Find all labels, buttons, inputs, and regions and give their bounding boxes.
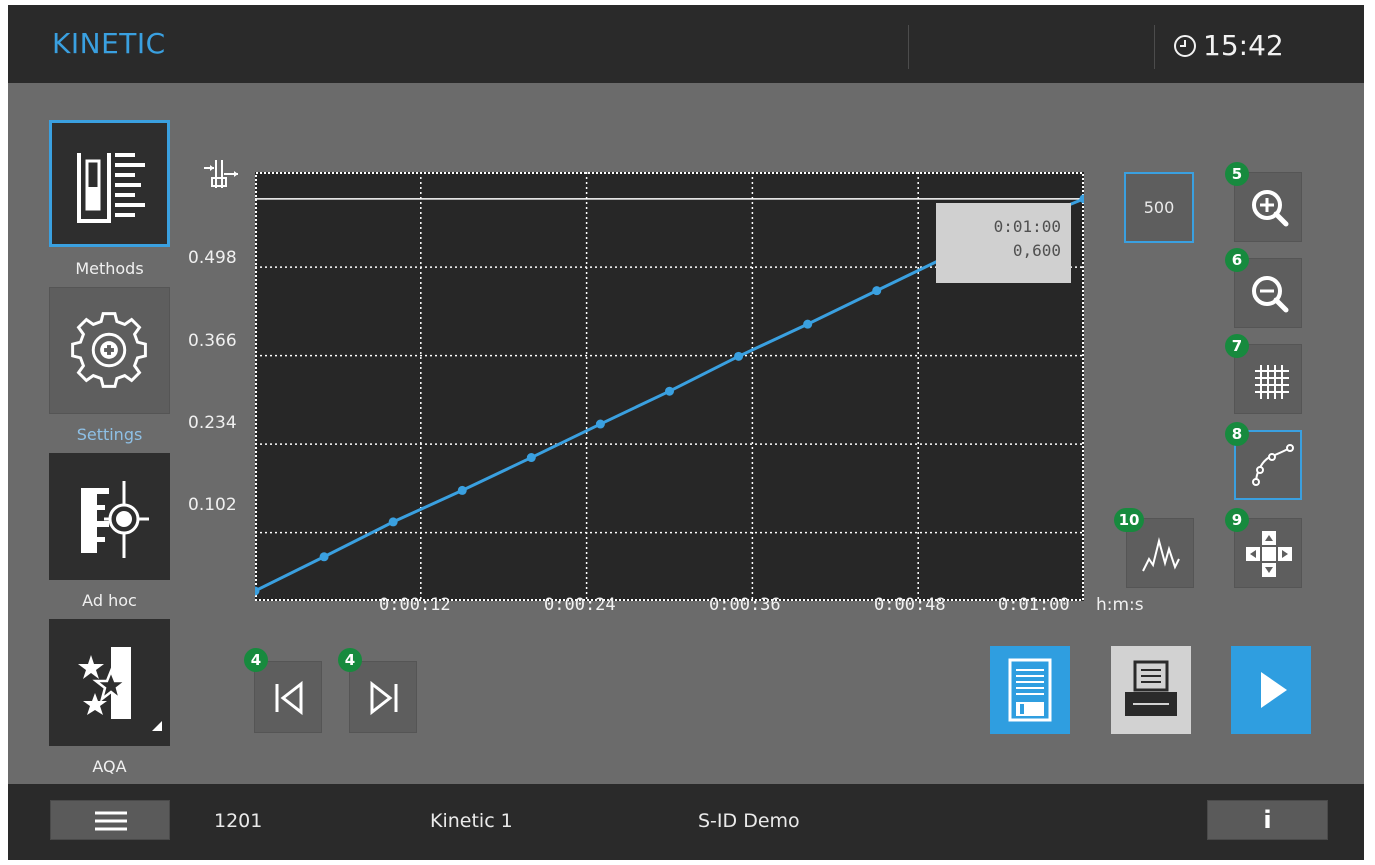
sidebar-label-methods: Methods xyxy=(75,259,144,278)
method-number: 1201 xyxy=(214,810,263,832)
callout-badge: 7 xyxy=(1225,334,1249,358)
y-tick-label: 0.234 xyxy=(188,413,237,433)
header-bar: KINETIC 15:42 xyxy=(8,5,1364,83)
header-divider xyxy=(908,25,909,69)
callout-badge: 9 xyxy=(1225,508,1249,532)
play-icon xyxy=(1261,672,1287,708)
data-point xyxy=(319,552,329,562)
callout-badge: 8 xyxy=(1225,422,1249,446)
methods-icon xyxy=(77,153,145,223)
y-tick-label: 0.366 xyxy=(188,331,237,351)
callout-badge: 6 xyxy=(1225,248,1249,272)
next-point-button[interactable] xyxy=(349,661,417,733)
hamburger-menu-icon xyxy=(95,811,127,831)
cursor-time: 0:01:00 xyxy=(993,217,1061,236)
sidebar-label-ad-hoc: Ad hoc xyxy=(82,591,137,610)
x-tick-label: 0:00:36 xyxy=(709,595,781,615)
zoom-in-icon xyxy=(1252,190,1289,227)
header-divider xyxy=(1154,25,1155,69)
app-window: KINETIC 15:42 Methods Settings Ad hoc AQ… xyxy=(8,5,1364,860)
data-point xyxy=(665,386,674,396)
sidebar-label-aqa: AQA xyxy=(92,757,127,776)
axis-toggle-icon[interactable] xyxy=(200,158,244,190)
callout-badge: 4 xyxy=(244,648,268,672)
curve-points-icon xyxy=(1252,444,1294,486)
y-tick-label: 0.498 xyxy=(188,248,237,268)
data-point xyxy=(526,453,536,463)
callout-badge: 10 xyxy=(1114,508,1144,532)
range-value-button[interactable]: 500 xyxy=(1124,172,1194,243)
x-tick-label: 0:00:48 xyxy=(874,595,946,615)
save-disk-icon xyxy=(1008,658,1052,722)
footer-bar: 1201 Kinetic 1 S-ID Demo i xyxy=(8,784,1364,860)
clock-icon xyxy=(1174,35,1196,57)
clock-time: 15:42 xyxy=(1203,29,1284,62)
aqa-icon xyxy=(78,647,162,731)
ad-hoc-icon xyxy=(81,481,149,558)
menu-button[interactable] xyxy=(50,800,170,840)
x-tick-label: 0:00:24 xyxy=(544,595,616,615)
printer-icon xyxy=(1125,660,1177,716)
previous-point-button[interactable] xyxy=(254,661,322,733)
print-button[interactable] xyxy=(1111,646,1191,734)
callout-badge: 4 xyxy=(338,648,362,672)
start-measurement-button[interactable] xyxy=(1231,646,1311,734)
x-tick-label: 0:01:00 xyxy=(998,595,1070,615)
sidebar-item-aqa[interactable] xyxy=(49,619,170,746)
skip-previous-icon xyxy=(275,680,303,716)
page-title: KINETIC xyxy=(52,27,166,60)
data-point xyxy=(457,485,467,495)
cursor-value: 0,600 xyxy=(1012,241,1061,260)
sample-id: S-ID Demo xyxy=(698,810,800,832)
save-button[interactable] xyxy=(990,646,1070,734)
grid-icon xyxy=(1255,365,1289,399)
pan-arrows-icon xyxy=(1246,531,1292,577)
method-name: Kinetic 1 xyxy=(430,810,513,832)
data-point xyxy=(734,351,744,361)
y-tick-label: 0.102 xyxy=(188,495,237,515)
sidebar-item-methods[interactable] xyxy=(49,120,170,247)
sidebar-item-ad-hoc[interactable] xyxy=(49,453,170,580)
x-tick-label: 0:00:12 xyxy=(379,595,451,615)
data-point xyxy=(595,419,605,429)
cursor-tooltip: 0:01:00 0,600 xyxy=(936,203,1071,283)
info-button[interactable]: i xyxy=(1207,800,1328,840)
data-point xyxy=(803,319,813,329)
data-point xyxy=(388,517,398,527)
skip-next-icon xyxy=(370,680,398,716)
x-axis-unit: h:m:s xyxy=(1096,595,1144,615)
gear-icon xyxy=(71,312,147,388)
callout-badge: 5 xyxy=(1225,162,1249,186)
zoom-out-icon xyxy=(1252,276,1289,313)
sidebar-item-settings[interactable] xyxy=(49,287,170,414)
data-point xyxy=(872,286,882,296)
sidebar-label-settings: Settings xyxy=(76,425,143,444)
